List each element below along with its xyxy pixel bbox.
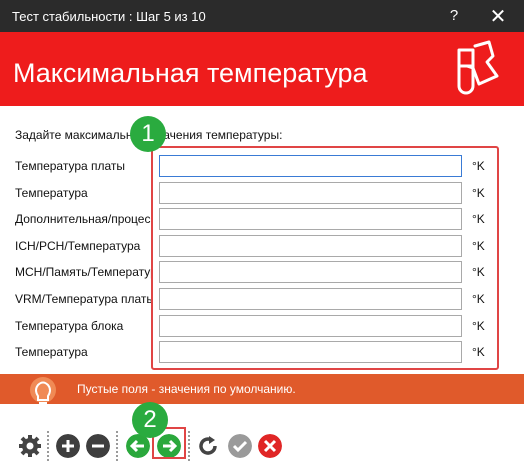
gear-icon[interactable]: [18, 434, 42, 458]
field-label: Температура: [15, 345, 88, 360]
fields-highlight-box: [151, 146, 499, 370]
cancel-icon[interactable]: [258, 434, 282, 458]
help-button[interactable]: ?: [446, 7, 462, 24]
check-icon[interactable]: [228, 434, 252, 458]
test-tube-flask-icon: [457, 40, 499, 95]
title-bar: Тест стабильности : Шаг 5 из 10 ? ✕: [0, 0, 524, 32]
add-icon[interactable]: [56, 434, 80, 458]
refresh-icon[interactable]: [196, 434, 220, 458]
hint-text: Пустые поля - значения по умолчанию.: [77, 382, 296, 396]
field-label: Температура: [15, 185, 88, 200]
toolbar-separator: [47, 431, 49, 461]
field-label: Температура блока: [15, 318, 124, 333]
field-label: Дополнительная/процессор: [15, 212, 153, 227]
field-label: Температура платы: [15, 159, 126, 173]
page-title: Максимальная температура: [13, 58, 368, 88]
toolbar-separator: [116, 431, 118, 461]
toolbar-separator: [188, 431, 190, 461]
field-label: MCH/Память/Температура: [15, 265, 153, 280]
field-label: VRM/Температура платы: [15, 292, 153, 306]
hint-bar: Пустые поля - значения по умолчанию.: [0, 374, 524, 407]
step-banner: Максимальная температура: [0, 32, 524, 106]
step-badge-2: 2: [132, 402, 168, 438]
remove-icon[interactable]: [86, 434, 110, 458]
window-title: Тест стабильности : Шаг 5 из 10: [12, 9, 206, 24]
bottom-toolbar: [0, 404, 524, 467]
step-badge-1: 1: [130, 116, 166, 152]
close-button[interactable]: ✕: [488, 4, 508, 29]
field-label: ICH/PCH/Температура: [15, 238, 141, 253]
